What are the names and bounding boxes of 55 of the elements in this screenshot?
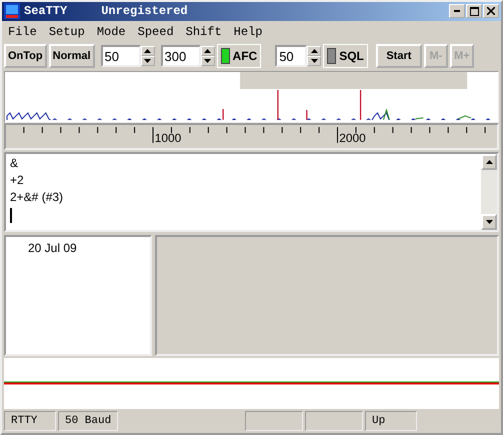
text-line: +2 [10, 172, 25, 189]
status-panel [245, 411, 303, 431]
menu-item[interactable]: Speed [138, 24, 174, 39]
close-icon [487, 7, 495, 16]
up-arrow-icon [204, 49, 212, 54]
registration-status: Unregistered [101, 4, 188, 18]
down-arrow-icon [310, 59, 318, 64]
toolbar-button[interactable]: Start [376, 44, 422, 68]
menu-item[interactable]: Setup [48, 24, 85, 39]
scroll-down-button[interactable] [481, 214, 497, 230]
toolbar-button[interactable]: OnTop [4, 44, 47, 68]
status-panel: RTTY [4, 411, 56, 431]
close-button[interactable] [483, 4, 499, 18]
up-arrow-icon [144, 49, 152, 54]
text-cursor [10, 208, 12, 223]
scroll-up-button[interactable] [481, 154, 497, 170]
log-date: 20 Jul 09 [28, 240, 77, 255]
status-panel: 50 Baud [58, 411, 118, 431]
up-arrow-icon [486, 160, 492, 164]
status-panel: Up [365, 411, 417, 431]
receive-text-area[interactable]: & +2 2+&# (#3) [4, 152, 499, 232]
number-field[interactable]: 300 [160, 45, 201, 68]
menu-item[interactable]: File [8, 24, 37, 39]
text-line: 2+&# (#3) [10, 188, 64, 206]
spin-up-button[interactable] [307, 46, 322, 56]
spin-down-button[interactable] [140, 56, 155, 66]
ruler-label: 1000 [154, 130, 182, 145]
menu-item[interactable]: Shift [186, 24, 222, 39]
indicator-label: AFC [232, 49, 258, 64]
menu-item[interactable]: Help [234, 24, 262, 39]
window-title: SeaTTY [24, 4, 68, 18]
spin-down-button[interactable] [200, 56, 215, 66]
number-field[interactable]: 50 [275, 45, 308, 68]
text-line: & [10, 154, 20, 172]
indicator-toggle[interactable]: AFC [216, 44, 262, 68]
maximize-button[interactable] [466, 4, 482, 18]
indicator-label: SQL [339, 49, 364, 64]
up-arrow-icon [310, 49, 318, 54]
ruler-label: 2000 [339, 130, 366, 145]
spin-up-button[interactable] [140, 46, 155, 56]
status-panel [305, 411, 363, 431]
down-arrow-icon [486, 220, 492, 224]
spin-down-button[interactable] [307, 56, 322, 66]
menu-item[interactable]: Mode [96, 24, 126, 39]
minimize-button[interactable] [449, 4, 465, 18]
spin-up-button[interactable] [200, 46, 215, 56]
scrollbar[interactable] [481, 154, 497, 230]
maximize-icon [470, 6, 478, 16]
number-field[interactable]: 50 [100, 45, 141, 68]
down-arrow-icon [204, 59, 212, 64]
indicator-toggle[interactable]: SQL [323, 44, 368, 68]
app-icon [4, 3, 20, 20]
minimize-icon [454, 10, 460, 12]
down-arrow-icon [144, 59, 152, 64]
toolbar-button[interactable]: Normal [48, 44, 95, 68]
